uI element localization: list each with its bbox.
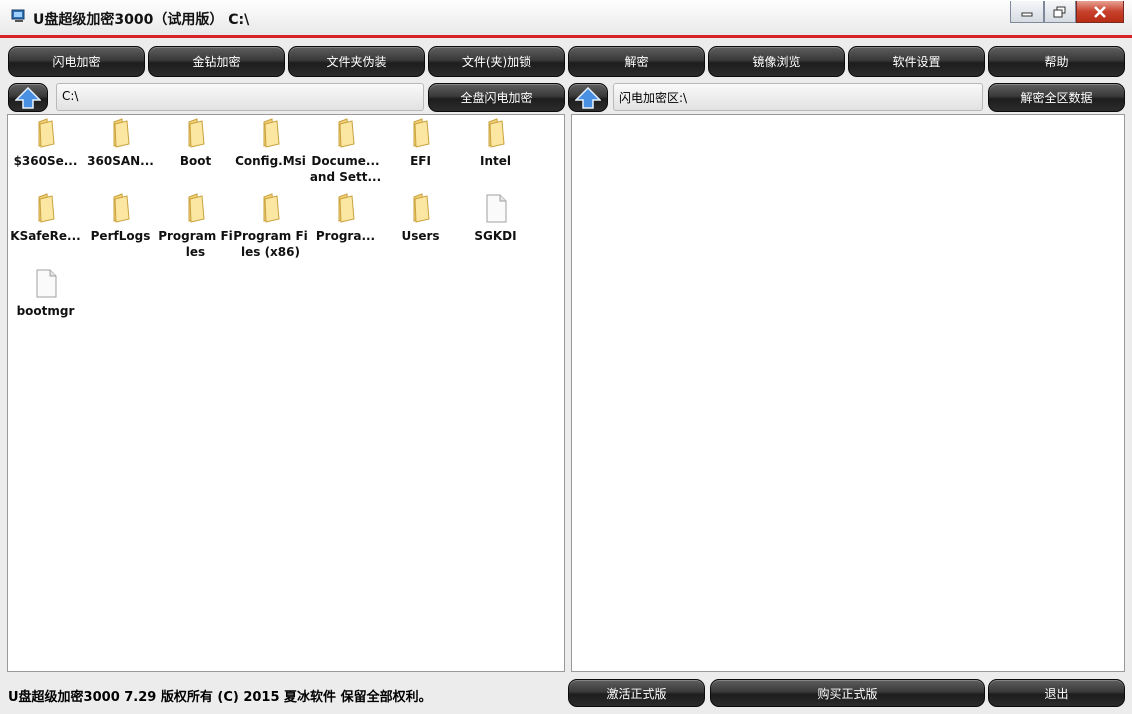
file-icon <box>486 194 506 223</box>
right-file-panel[interactable] <box>571 114 1125 672</box>
folder-icon <box>338 193 355 223</box>
close-button[interactable] <box>1076 1 1124 23</box>
file-icon <box>36 269 56 298</box>
file-item-label: Users <box>401 229 440 243</box>
copyright-text: U盘超级加密3000 7.29 版权所有 (C) 2015 夏冰软件 保留全部权… <box>8 690 432 705</box>
folder-icon <box>488 118 505 148</box>
folder-icon <box>338 118 355 148</box>
app-icon <box>11 9 25 22</box>
folder-icon <box>188 118 205 148</box>
minimize-button[interactable] <box>1010 1 1044 23</box>
file-item[interactable]: Intel <box>458 117 533 169</box>
file-item-label: KSafeRe... <box>10 229 81 243</box>
restore-button[interactable] <box>1044 1 1076 23</box>
folder-icon <box>188 193 205 223</box>
folder-icon <box>263 193 280 223</box>
file-item[interactable]: bootmgr <box>8 267 83 319</box>
file-item-label: SGKDI <box>474 229 517 243</box>
file-item-label: $360Se... <box>13 154 78 168</box>
tab-image-browse[interactable]: 镜像浏览 <box>708 46 845 77</box>
minimize-icon <box>1021 12 1033 16</box>
arrow-up-icon <box>15 86 41 109</box>
tab-decrypt[interactable]: 解密 <box>568 46 705 77</box>
folder-icon <box>413 118 430 148</box>
file-item[interactable]: Program Files (x86) <box>233 192 308 260</box>
file-item-label: Program Files <box>158 229 233 259</box>
right-path-field[interactable]: 闪电加密区:\ <box>613 83 983 111</box>
file-item-label: Progra... <box>315 229 376 243</box>
file-item[interactable]: SGKDI <box>458 192 533 244</box>
tab-file-lock[interactable]: 文件(夹)加锁 <box>428 46 565 77</box>
file-item[interactable]: Program Files <box>158 192 233 260</box>
folder-icon <box>38 193 55 223</box>
file-item[interactable]: Docume... and Sett... <box>308 117 383 185</box>
tab-help[interactable]: 帮助 <box>988 46 1125 77</box>
folder-icon <box>263 118 280 148</box>
file-item[interactable]: $360Se... <box>8 117 83 169</box>
file-item[interactable]: Users <box>383 192 458 244</box>
exit-button[interactable]: 退出 <box>988 679 1125 707</box>
folder-icon <box>113 118 130 148</box>
folder-icon <box>38 118 55 148</box>
file-item-label: PerfLogs <box>90 229 151 243</box>
file-item-label: Intel <box>480 154 511 168</box>
file-item[interactable]: KSafeRe... <box>8 192 83 244</box>
file-item-label: Program Files (x86) <box>233 229 308 259</box>
tab-folder-disguise[interactable]: 文件夹伪装 <box>288 46 425 77</box>
close-icon <box>1094 5 1106 18</box>
right-up-button[interactable] <box>568 83 608 112</box>
tab-flash-encrypt[interactable]: 闪电加密 <box>8 46 145 77</box>
file-item[interactable]: Config.Msi <box>233 117 308 169</box>
file-item-label: Boot <box>179 154 212 168</box>
file-item-label: 360SAN... <box>87 154 154 168</box>
activate-button[interactable]: 激活正式版 <box>568 679 705 707</box>
tab-settings[interactable]: 软件设置 <box>848 46 985 77</box>
file-item[interactable]: Boot <box>158 117 233 169</box>
left-up-button[interactable] <box>8 83 48 112</box>
file-item[interactable]: EFI <box>383 117 458 169</box>
restore-icon <box>1053 6 1066 17</box>
decrypt-all-data-button[interactable]: 解密全区数据 <box>988 83 1125 112</box>
left-path-field[interactable]: C:\ <box>56 83 424 111</box>
file-item[interactable]: Progra... <box>308 192 383 244</box>
title-accent-line <box>0 35 1132 38</box>
full-disk-flash-encrypt-button[interactable]: 全盘闪电加密 <box>428 83 565 112</box>
file-item[interactable]: PerfLogs <box>83 192 158 244</box>
file-item-label: EFI <box>410 154 431 168</box>
title-bar: U盘超级加密3000（试用版） C:\ <box>0 0 1132 35</box>
file-item-label: bootmgr <box>16 304 75 318</box>
file-item-label: Config.Msi <box>235 154 306 168</box>
window-title: U盘超级加密3000（试用版） C:\ <box>33 12 250 28</box>
arrow-up-icon <box>575 86 601 109</box>
folder-icon <box>413 193 430 223</box>
file-item-label: Docume... and Sett... <box>309 154 382 184</box>
folder-icon <box>113 193 130 223</box>
file-item[interactable]: 360SAN... <box>83 117 158 169</box>
buy-button[interactable]: 购买正式版 <box>710 679 985 707</box>
tab-diamond-encrypt[interactable]: 金钻加密 <box>148 46 285 77</box>
